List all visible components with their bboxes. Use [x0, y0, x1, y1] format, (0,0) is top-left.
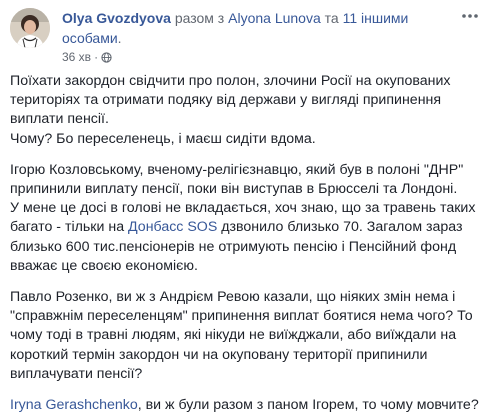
and-text: та	[320, 10, 343, 26]
text-line: Павло Розенко, ви ж з Андрієм Ревою каза…	[10, 289, 456, 306]
text-line: У мене це досі в голові не вкладається, …	[10, 200, 476, 217]
paragraph-2: Ігорю Козловському, вченому-релігієзнавц…	[10, 161, 488, 276]
tagged-person-link[interactable]: Alyona Lunova	[228, 10, 321, 26]
feed-post: Olya Gvozdyova разом з Alyona Lunova та …	[0, 0, 494, 412]
text-line: припинили виплату пенсії, поки він висту…	[10, 181, 458, 198]
text-segment: багато - тільки на	[10, 219, 129, 236]
text-line: вважає це своєю економією.	[10, 257, 198, 274]
author-name-link[interactable]: Olya Gvozdyova	[62, 10, 171, 26]
donbass-sos-page-link[interactable]: Донбасс SOS	[128, 219, 217, 235]
tagged-others-link-continued[interactable]: особами	[62, 30, 118, 46]
meta-separator: ·	[94, 50, 99, 64]
text-line: близько 600 тис.пенсіонерів не отримують…	[10, 238, 457, 255]
paragraph-3: Павло Розенко, ви ж з Андрієм Ревою каза…	[10, 288, 488, 384]
post-header: Olya Gvozdyova разом з Alyona Lunova та …	[62, 8, 462, 48]
text-line: Чому? Бо переселенець, і маєш сидіти вдо…	[10, 130, 316, 147]
text-line: виплати пенсії.	[10, 111, 109, 128]
text-line: територіях та отримати подяку від держав…	[10, 92, 442, 109]
text-line-with-mention: Iryna Gerashchenko, ви ж були разом з па…	[10, 396, 488, 412]
text-segment: дзвонило близько 70. Загалом зараз	[217, 219, 463, 236]
text-line: короткий термін закордон чи на окуповану…	[10, 346, 428, 363]
text-line: "справжнім переселенцям" припинення випл…	[10, 308, 473, 325]
with-text: разом з	[170, 10, 229, 26]
avatar-image	[10, 8, 50, 48]
text-line: виплачувати пенсії?	[10, 365, 143, 382]
avatar[interactable]	[10, 8, 50, 48]
timestamp-link[interactable]: 36 хв	[62, 49, 91, 65]
mention-link[interactable]: Iryna Gerashchenko	[10, 397, 138, 412]
text-line: Поїхати закордон свідчити про полон, зло…	[10, 73, 451, 89]
header-period: .	[117, 30, 122, 46]
globe-icon[interactable]	[101, 51, 112, 63]
text-line: Ігорю Козловському, вченому-релігієзнавц…	[10, 161, 464, 178]
text-line-with-link: багато - тільки на Донбасс SOS дзвонило …	[10, 218, 488, 237]
paragraph-4: Iryna Gerashchenko, ви ж були разом з па…	[10, 396, 488, 412]
more-options-icon[interactable]	[460, 10, 480, 22]
post-body: Поїхати закордон свідчити про полон, зло…	[10, 72, 488, 412]
text-line: чому тоді в травні людям, які нікуди не …	[10, 327, 457, 344]
paragraph-1: Поїхати закордон свідчити про полон, зло…	[10, 72, 488, 149]
post-meta: 36 хв ·	[62, 49, 112, 65]
text-segment: , ви ж були разом з паном Ігорем, то чом…	[137, 397, 479, 412]
tagged-others-link[interactable]: 11 іншими	[343, 10, 409, 26]
